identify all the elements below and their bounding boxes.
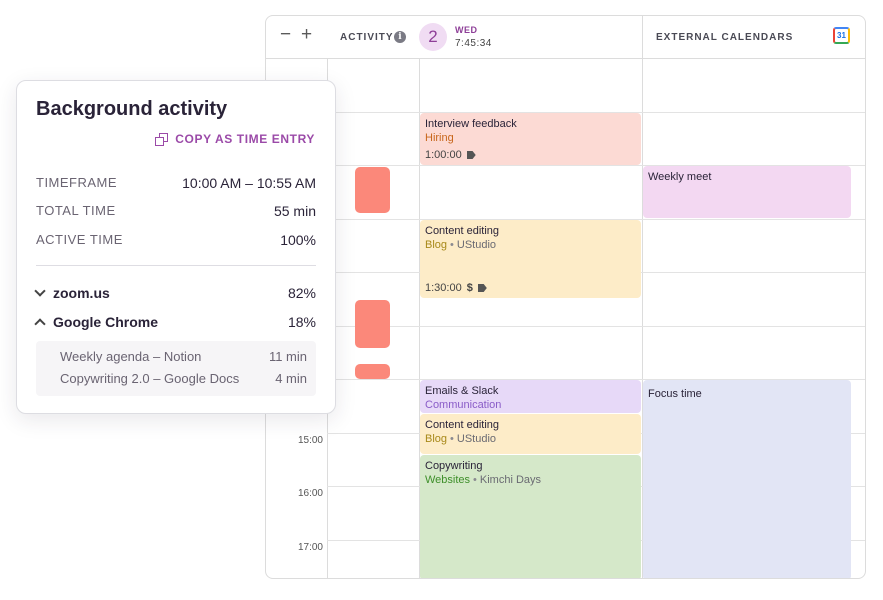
event-project: Hiring (425, 132, 454, 144)
sub-item-name: Weekly agenda – Notion (60, 349, 202, 364)
stat-label: TOTAL TIME (36, 203, 116, 218)
sub-item-duration: 11 min (268, 349, 307, 364)
event-project: Blog (425, 239, 448, 251)
activity-block[interactable] (355, 167, 390, 213)
app-name: Google Chrome (53, 314, 159, 330)
app-name: zoom.us (53, 285, 110, 301)
copy-icon (155, 132, 169, 146)
sub-item-duration: 4 min (275, 371, 307, 386)
app-left: Google Chrome (34, 314, 159, 330)
stat-value: 10:00 AM – 10:55 AM (182, 175, 316, 191)
time-label: 15:00 (297, 435, 323, 446)
sub-item: Weekly agenda – Notion 11 min (60, 349, 307, 364)
stat-label: ACTIVE TIME (36, 232, 123, 247)
event-interview-feedback[interactable]: Interview feedback Hiring 1:00:00 (420, 113, 641, 165)
stat-label: TIMEFRAME (36, 175, 118, 190)
app-left: zoom.us (34, 285, 110, 301)
activity-block[interactable] (355, 364, 390, 379)
event-title: Weekly meet (648, 171, 712, 183)
app-row-google-chrome[interactable]: Google Chrome 18% (34, 314, 316, 330)
time-label: 17:00 (297, 542, 323, 553)
activity-column-label: ACTIVITY (340, 32, 394, 43)
activity-block[interactable] (355, 300, 390, 348)
stat-value: 100% (280, 232, 316, 248)
event-subtitle: Blog • UStudio (425, 433, 497, 445)
event-project: Communication (425, 399, 502, 411)
event-subtitle: Blog • UStudio (425, 239, 497, 251)
background-activity-popup: Background activity COPY AS TIME ENTRY T… (16, 80, 336, 414)
event-footer: 1:00:00 (425, 149, 476, 161)
chevron-up-icon[interactable] (34, 318, 46, 330)
copy-as-time-entry-button[interactable]: COPY AS TIME ENTRY (155, 132, 315, 146)
event-title: Interview feedback (425, 118, 517, 130)
event-title: Content editing (425, 225, 499, 237)
event-duration: 1:30:00 (425, 282, 462, 294)
current-time: 7:45:34 (455, 38, 492, 49)
sub-item: Copywriting 2.0 – Google Docs 4 min (60, 371, 307, 386)
tag-icon (466, 151, 476, 159)
external-event-weekly-meet[interactable]: Weekly meet (643, 166, 851, 218)
popup-title: Background activity (36, 98, 228, 120)
event-project: Blog (425, 433, 448, 445)
event-duration: 1:00:00 (425, 149, 462, 161)
stat-total-time: TOTAL TIME 55 min (36, 203, 316, 219)
stat-value: 55 min (273, 203, 316, 219)
calendar-header: − + ACTIVITY i 2 WED 7:45:34 EXTERNAL CA… (266, 16, 865, 59)
stat-active-time: ACTIVE TIME 100% (36, 232, 316, 248)
google-calendar-icon[interactable]: 31 (833, 27, 850, 44)
app-percent: 18% (287, 314, 316, 330)
info-icon[interactable]: i (394, 31, 406, 43)
event-emails-slack[interactable]: Emails & Slack Communication (420, 380, 641, 413)
stat-timeframe: TIMEFRAME 10:00 AM – 10:55 AM (36, 175, 316, 191)
zoom-out-button[interactable]: − (280, 25, 291, 45)
dollar-icon: $ (466, 282, 473, 294)
divider (36, 265, 316, 266)
event-client: Kimchi Days (479, 474, 542, 486)
external-event-focus-time[interactable]: Focus time (643, 380, 851, 578)
zoom-in-button[interactable]: + (301, 25, 312, 45)
external-calendars-label: EXTERNAL CALENDARS (656, 32, 794, 43)
event-project: Websites (425, 474, 471, 486)
chevron-down-icon[interactable] (34, 285, 46, 297)
event-title: Copywriting (425, 460, 483, 472)
copy-label: COPY AS TIME ENTRY (175, 132, 315, 146)
grid-line (327, 326, 865, 327)
event-copywriting[interactable]: Copywriting Websites • Kimchi Days (420, 455, 641, 578)
event-content-editing-2[interactable]: Content editing Blog • UStudio (420, 414, 641, 454)
time-label: 16:00 (297, 488, 323, 499)
event-title: Emails & Slack (425, 385, 499, 397)
event-footer: 1:30:00 $ (425, 282, 487, 294)
tag-icon (477, 284, 487, 292)
app-percent: 82% (287, 285, 316, 301)
app-row-zoom[interactable]: zoom.us 82% (34, 285, 316, 301)
event-client: UStudio (456, 239, 497, 251)
day-number-badge[interactable]: 2 (419, 23, 447, 51)
event-title: Focus time (648, 388, 702, 400)
event-client: UStudio (456, 433, 497, 445)
event-title: Content editing (425, 419, 499, 431)
sub-item-name: Copywriting 2.0 – Google Docs (60, 371, 240, 386)
event-subtitle: Websites • Kimchi Days (425, 474, 542, 486)
calendar-panel: − + ACTIVITY i 2 WED 7:45:34 EXTERNAL CA… (265, 15, 866, 579)
day-name: WED (455, 25, 478, 35)
event-content-editing[interactable]: Content editing Blog • UStudio 1:30:00 $ (420, 220, 641, 298)
